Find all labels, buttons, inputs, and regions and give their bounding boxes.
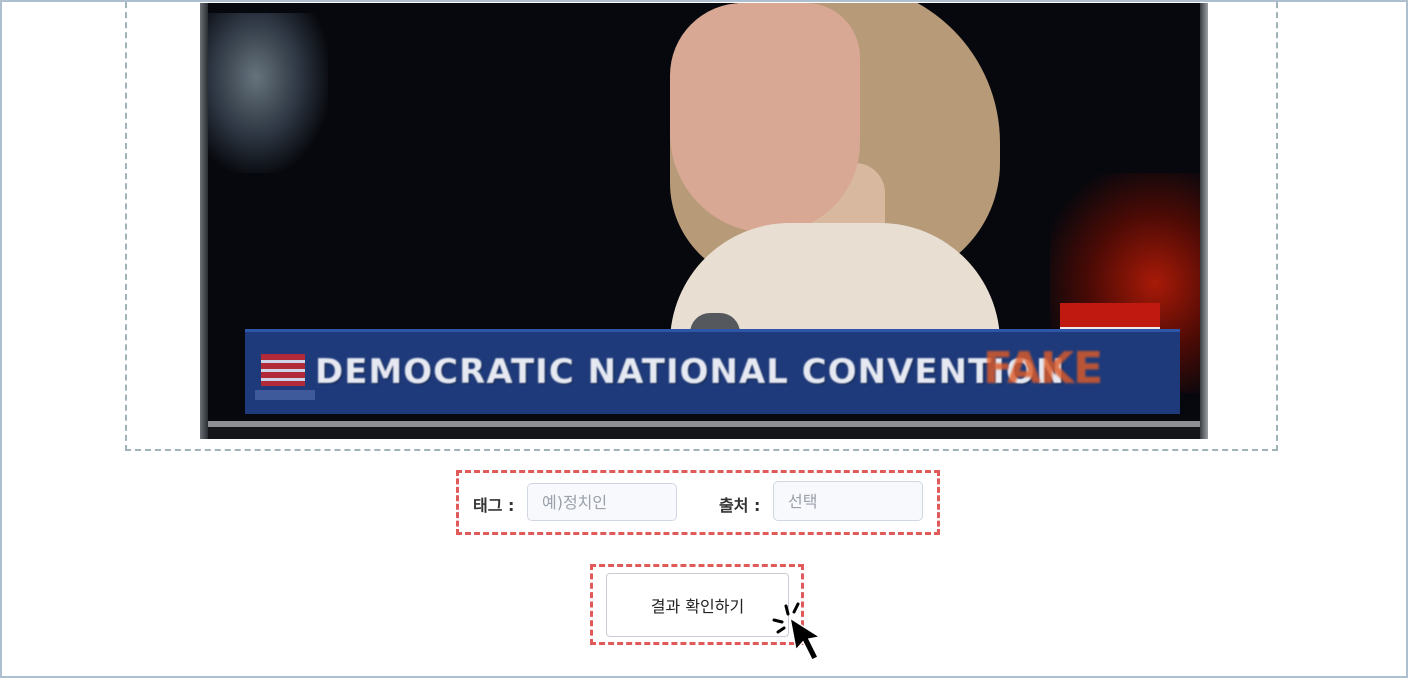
news-subline [255, 390, 315, 400]
flag-icon [261, 354, 305, 386]
video-left-edge [200, 3, 208, 439]
confirm-result-button[interactable]: 결과 확인하기 [606, 573, 789, 637]
speaker-face [670, 3, 860, 233]
source-label: 출처 : [719, 496, 761, 515]
fake-watermark: FAKE [983, 343, 1103, 394]
background-blue-glow [208, 13, 328, 173]
tag-input[interactable] [527, 483, 677, 521]
video-frame-image: DEMOCRATIC NATIONAL CONVENTION FAKE [200, 3, 1208, 439]
news-headline: DEMOCRATIC NATIONAL CONVENTION [315, 352, 1066, 392]
tag-label: 태그 : [473, 496, 515, 515]
video-right-edge [1200, 3, 1208, 439]
click-cursor-icon [772, 602, 823, 662]
video-bottom-edge [208, 427, 1200, 439]
source-select[interactable] [773, 481, 923, 521]
